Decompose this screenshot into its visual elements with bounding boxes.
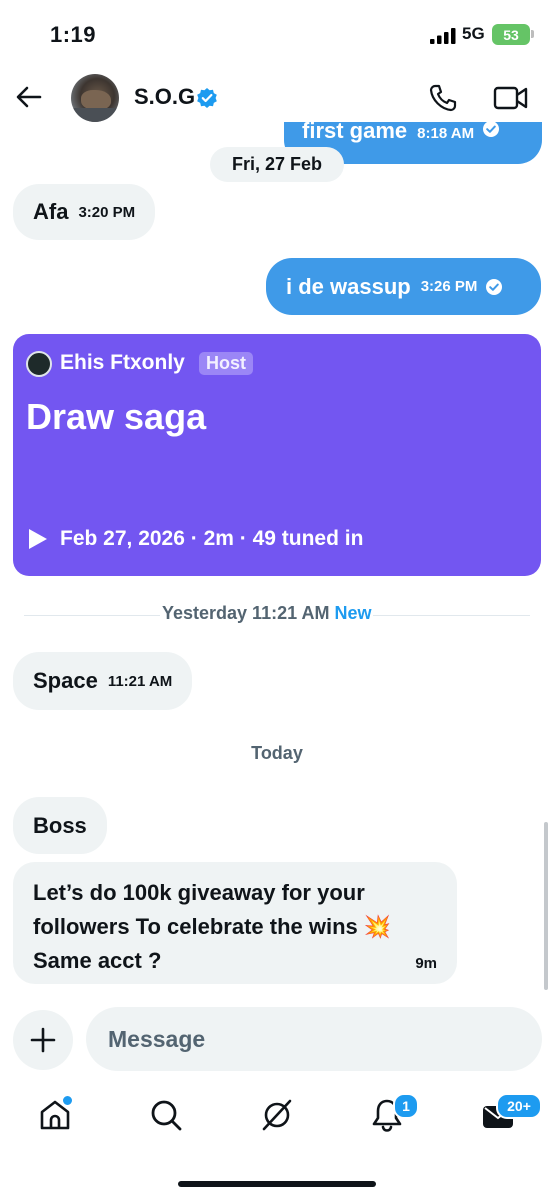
search-icon[interactable] bbox=[149, 1098, 183, 1132]
battery-nub bbox=[531, 30, 534, 38]
message-line: followers To celebrate the wins 💥 bbox=[33, 914, 392, 939]
message-time: 11:21 AM bbox=[107, 672, 173, 690]
space-host-name: Ehis Ftxonly bbox=[60, 351, 185, 374]
plus-icon bbox=[30, 1027, 56, 1053]
status-time: 1:19 bbox=[50, 22, 97, 47]
messages-badge: 20+ bbox=[496, 1093, 542, 1119]
message-line: Let’s do 100k giveaway for your bbox=[33, 880, 365, 905]
message-time: 3:26 PM bbox=[420, 278, 478, 295]
message-time: 9m bbox=[415, 955, 437, 972]
battery-level: 53 bbox=[503, 26, 519, 43]
message-input[interactable] bbox=[86, 1007, 542, 1071]
read-check-icon bbox=[486, 278, 503, 295]
home-unread-dot bbox=[61, 1094, 74, 1107]
host-avatar bbox=[26, 351, 52, 377]
date-divider: Fri, 27 Feb bbox=[210, 147, 344, 182]
message-bubble-incoming[interactable]: Afa 3:20 PM bbox=[13, 184, 156, 240]
message-bubble-incoming[interactable]: Let’s do 100k giveaway for your follower… bbox=[13, 862, 457, 984]
space-meta-text: Feb 27, 2026 · 2m · 49 tuned in bbox=[60, 527, 364, 550]
play-icon[interactable] bbox=[28, 528, 48, 550]
back-arrow-icon[interactable] bbox=[14, 82, 44, 112]
verified-badge-icon bbox=[197, 88, 217, 108]
battery-icon: 53 bbox=[492, 24, 530, 45]
signal-icon bbox=[430, 28, 456, 44]
scrollbar[interactable] bbox=[544, 822, 548, 990]
message-text: Boss bbox=[33, 812, 87, 838]
network-label: 5G bbox=[462, 24, 485, 43]
today-divider: Today bbox=[251, 743, 303, 763]
message-line: Same acct ? bbox=[33, 948, 162, 973]
phone-call-icon[interactable] bbox=[427, 82, 459, 114]
space-meta: Feb 27, 2026 · 2m · 49 tuned in bbox=[28, 527, 363, 551]
separator-label: Yesterday 11:21 AM bbox=[162, 603, 330, 623]
new-label: New bbox=[334, 603, 372, 623]
message-text: Space bbox=[33, 668, 98, 693]
read-check-icon bbox=[483, 122, 500, 137]
new-messages-separator: Yesterday 11:21 AM New bbox=[160, 603, 374, 624]
space-card[interactable]: Ehis Ftxonly Host Draw saga Feb 27, 2026… bbox=[13, 334, 541, 576]
message-bubble-incoming[interactable]: Boss bbox=[13, 797, 107, 854]
home-indicator bbox=[178, 1181, 376, 1187]
message-time: 3:20 PM bbox=[78, 203, 136, 221]
message-text: Let’s do 100k giveaway for your follower… bbox=[33, 876, 433, 978]
contact-name[interactable]: S.O.G bbox=[134, 84, 195, 110]
space-title: Draw saga bbox=[26, 396, 207, 437]
grok-icon[interactable] bbox=[260, 1098, 294, 1132]
message-bubble-outgoing[interactable]: i de wassup 3:26 PM bbox=[266, 258, 541, 315]
add-attachment-button[interactable] bbox=[13, 1010, 73, 1070]
contact-avatar[interactable] bbox=[71, 74, 119, 122]
video-call-icon[interactable] bbox=[493, 84, 529, 112]
message-text: Afa bbox=[33, 199, 69, 224]
message-bubble-incoming[interactable]: Space 11:21 AM bbox=[13, 652, 193, 710]
host-badge: Host bbox=[199, 352, 253, 375]
message-text: first game bbox=[302, 122, 408, 143]
notifications-badge: 1 bbox=[393, 1093, 419, 1119]
message-text: i de wassup bbox=[286, 273, 411, 299]
message-time: 8:18 AM bbox=[417, 125, 475, 142]
